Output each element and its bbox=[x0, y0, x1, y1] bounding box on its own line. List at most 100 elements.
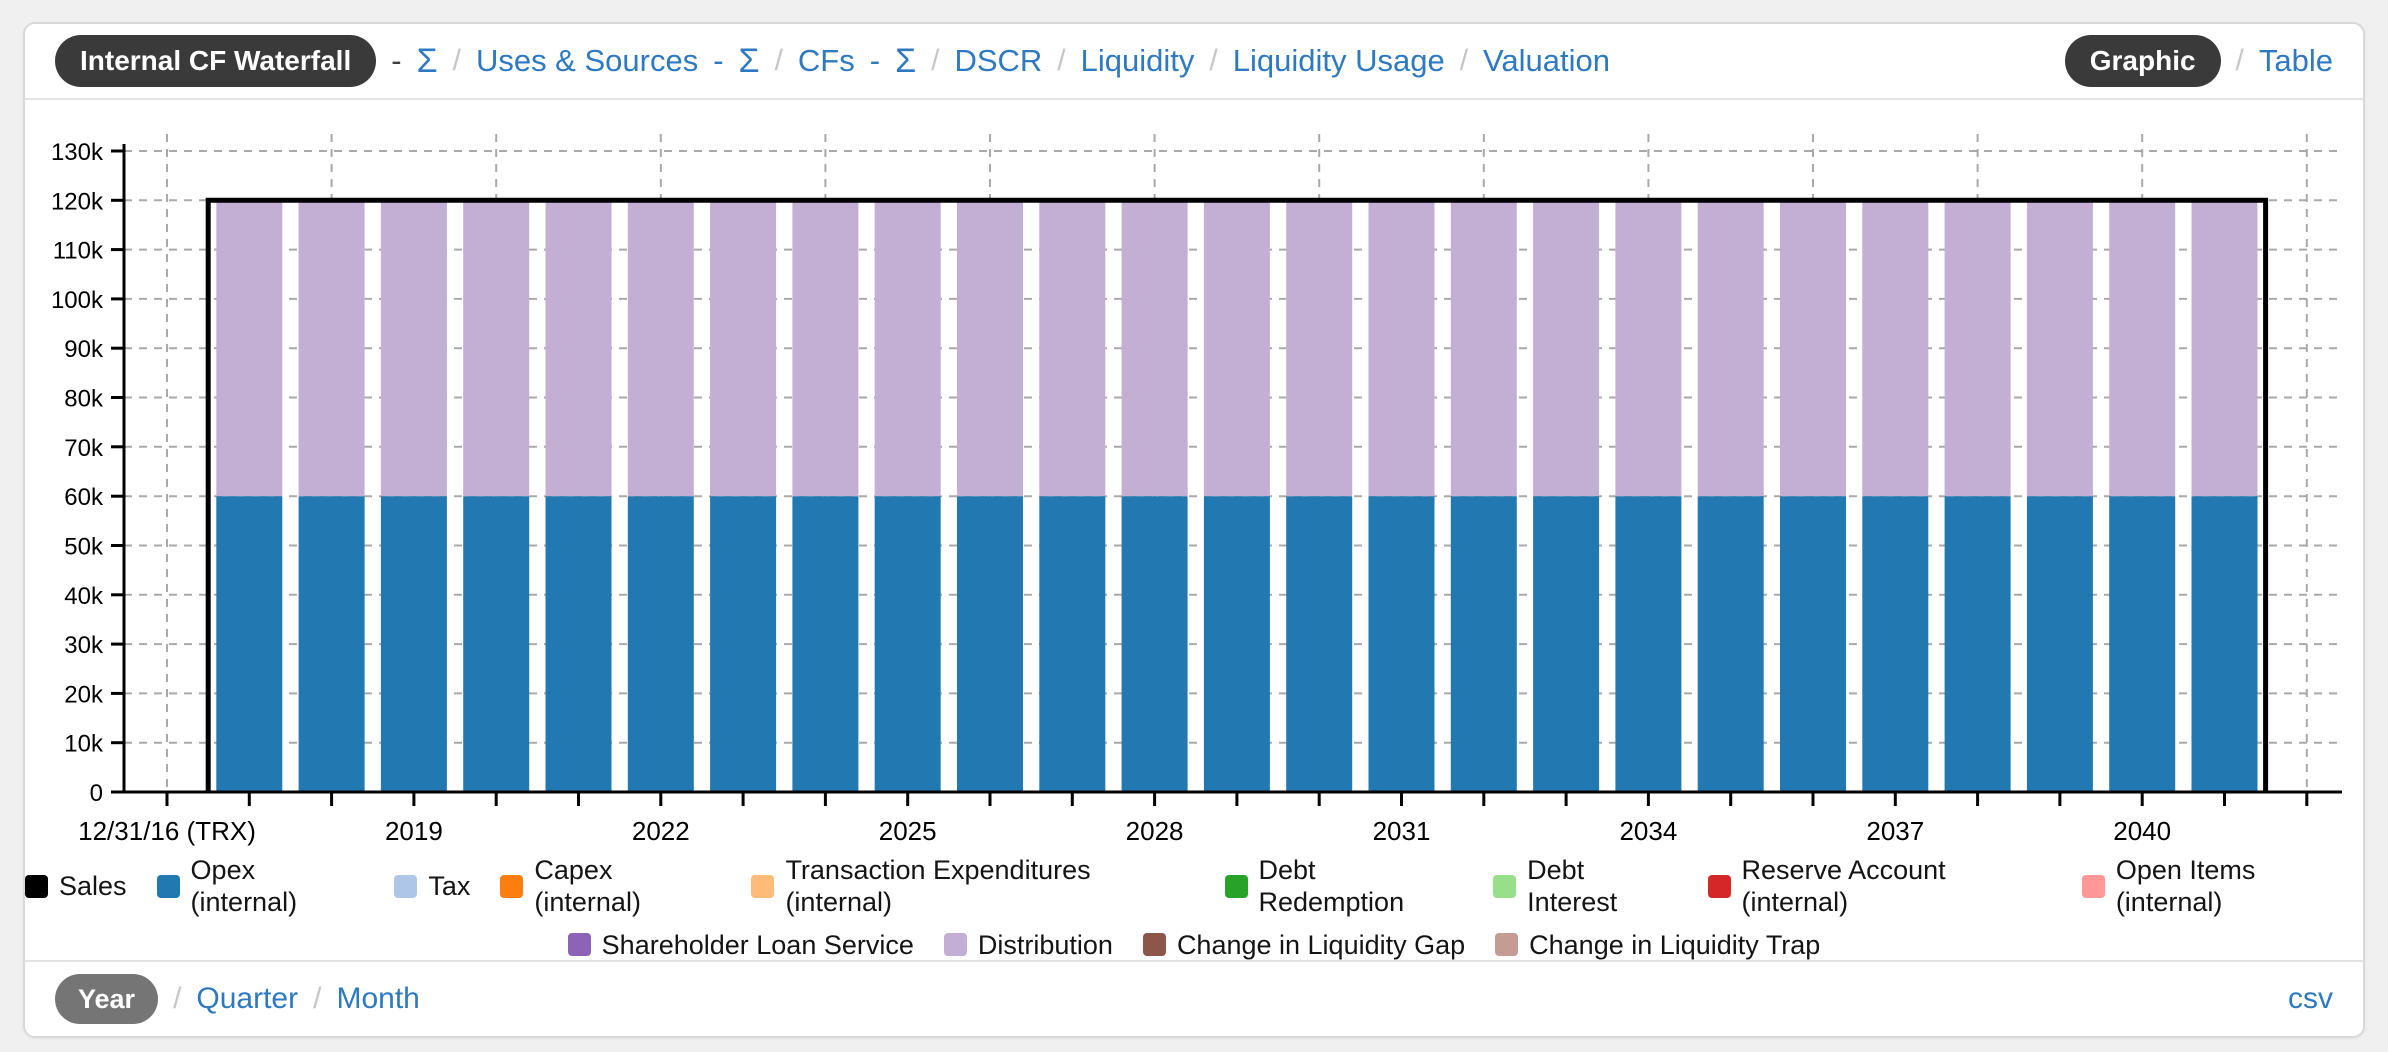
legend-item-change-in-liquidity-trap: Change in Liquidity Trap bbox=[1495, 929, 1820, 961]
svg-text:130k: 130k bbox=[51, 139, 104, 166]
view-toggle: Graphic / Table bbox=[2064, 35, 2333, 87]
legend-item-distribution: Distribution bbox=[943, 929, 1113, 961]
y-axis-labels: 0 10k 20k 30k 40k 50k 60k 70k 80k 90k 100k 110k 120k… bbox=[51, 139, 104, 807]
legend-item-sales: Sales bbox=[25, 870, 127, 902]
legend-label: Transaction Expenditures (internal) bbox=[785, 855, 1091, 918]
legend-swatch bbox=[2081, 874, 2105, 898]
sigma-link-current[interactable]: Σ bbox=[417, 42, 438, 81]
period-quarter-button[interactable]: Quarter bbox=[196, 982, 298, 1016]
sigma-link-uses-sources[interactable]: Σ bbox=[739, 42, 760, 81]
svg-text:120k: 120k bbox=[51, 188, 104, 215]
svg-text:10k: 10k bbox=[64, 731, 104, 758]
period-separator: / bbox=[313, 981, 322, 1015]
svg-text:2031: 2031 bbox=[1373, 816, 1431, 846]
legend-swatch bbox=[943, 933, 967, 957]
svg-text:100k: 100k bbox=[51, 287, 104, 314]
legend-item-open-items-internal: Open Items (internal) bbox=[2081, 854, 2363, 919]
period-switch: Year / Quarter / Month bbox=[55, 973, 420, 1025]
legend-swatch bbox=[751, 874, 775, 898]
chart-section: 0 10k 20k 30k 40k 50k 60k 70k 80k 90k 100k 110k 120k… bbox=[25, 100, 2363, 960]
svg-text:2025: 2025 bbox=[879, 816, 937, 846]
dash-separator: - bbox=[391, 43, 402, 78]
legend-swatch bbox=[1493, 874, 1517, 898]
csv-export-link[interactable]: csv bbox=[2288, 982, 2333, 1016]
legend-item-debt-redemption: Debt Redemption bbox=[1224, 854, 1464, 919]
legend-swatch bbox=[1142, 933, 1166, 957]
cf-chart-svg: 0 10k 20k 30k 40k 50k 60k 70k 80k 90k 100k 110k 120k… bbox=[51, 134, 2342, 846]
legend-item-debt-interest: Debt Interest bbox=[1493, 854, 1677, 919]
dash-separator: - bbox=[869, 43, 881, 78]
breadcrumb: Internal CF Waterfall - Σ / Uses & Source… bbox=[55, 35, 1610, 87]
legend-item-tax: Tax bbox=[394, 870, 470, 902]
chart-legend: Sales Opex (internal) Tax Capex (internal) T… bbox=[25, 854, 2363, 961]
legend-label: Tax bbox=[428, 871, 471, 902]
nav-item-liquidity-usage[interactable]: Liquidity Usage bbox=[1233, 43, 1445, 79]
svg-text:40k: 40k bbox=[64, 583, 104, 610]
footer-bar: Year / Quarter / Month csv bbox=[25, 960, 2363, 1036]
table-toggle-button[interactable]: Table bbox=[2259, 43, 2333, 79]
nav-item-valuation[interactable]: Valuation bbox=[1483, 43, 1610, 79]
legend-row: Shareholder Loan Service Distribution Chan… bbox=[567, 929, 1820, 961]
nav-item-cfs[interactable]: CFs bbox=[798, 43, 855, 79]
legend-swatch bbox=[1495, 933, 1519, 957]
legend-label: Debt Redemption bbox=[1258, 855, 1405, 918]
svg-text:60k: 60k bbox=[64, 484, 104, 511]
period-year-button[interactable]: Year bbox=[55, 973, 159, 1025]
legend-label: Open Items (internal) bbox=[2115, 855, 2256, 918]
period-month-button[interactable]: Month bbox=[336, 982, 419, 1016]
svg-text:30k: 30k bbox=[64, 632, 104, 659]
legend-swatch bbox=[1224, 874, 1248, 898]
legend-item-transaction-expenditures-internal: Transaction Expenditures (internal) bbox=[751, 854, 1194, 919]
legend-item-opex-internal: Opex (internal) bbox=[156, 854, 365, 919]
legend-label: Opex (internal) bbox=[190, 855, 298, 918]
breadcrumb-separator: / bbox=[452, 44, 461, 77]
nav-item-liquidity[interactable]: Liquidity bbox=[1081, 43, 1195, 79]
svg-text:20k: 20k bbox=[64, 681, 104, 708]
svg-text:12/31/16 (TRX): 12/31/16 (TRX) bbox=[78, 816, 256, 846]
svg-text:50k: 50k bbox=[64, 534, 104, 561]
current-view-pill[interactable]: Internal CF Waterfall bbox=[55, 35, 377, 87]
svg-text:0: 0 bbox=[90, 780, 103, 807]
breadcrumb-separator: / bbox=[931, 44, 940, 77]
legend-label: Change in Liquidity Trap bbox=[1529, 929, 1821, 960]
breadcrumb-separator: / bbox=[774, 44, 783, 77]
svg-text:110k: 110k bbox=[53, 238, 104, 265]
legend-item-change-in-liquidity-gap: Change in Liquidity Gap bbox=[1142, 929, 1466, 961]
svg-text:80k: 80k bbox=[64, 386, 104, 413]
toggle-separator: / bbox=[2235, 44, 2244, 77]
legend-item-reserve-account-internal: Reserve Account (internal) bbox=[1707, 854, 2052, 919]
legend-swatch bbox=[1707, 874, 1731, 898]
svg-text:2034: 2034 bbox=[1619, 816, 1677, 846]
header-bar: Internal CF Waterfall - Σ / Uses & Source… bbox=[25, 24, 2363, 100]
period-separator: / bbox=[173, 981, 182, 1015]
svg-text:70k: 70k bbox=[64, 435, 104, 462]
legend-swatch bbox=[156, 874, 180, 898]
main-card: Internal CF Waterfall - Σ / Uses & Source… bbox=[23, 22, 2365, 1038]
breadcrumb-separator: / bbox=[1459, 44, 1469, 77]
legend-swatch bbox=[567, 933, 591, 957]
legend-swatch bbox=[500, 874, 524, 898]
legend-label: Debt Interest bbox=[1527, 855, 1618, 918]
legend-label: Distribution bbox=[977, 929, 1113, 960]
svg-text:90k: 90k bbox=[64, 336, 104, 363]
graphic-toggle-button[interactable]: Graphic bbox=[2064, 35, 2221, 87]
legend-label: Change in Liquidity Gap bbox=[1176, 929, 1466, 960]
legend-label: Sales bbox=[59, 871, 127, 902]
legend-label: Capex (internal) bbox=[534, 855, 641, 918]
legend-row: Sales Opex (internal) Tax Capex (internal) T… bbox=[25, 854, 2363, 919]
legend-item-shareholder-loan-service: Shareholder Loan Service bbox=[567, 929, 914, 961]
legend-label: Reserve Account (internal) bbox=[1741, 855, 1946, 918]
breadcrumb-separator: / bbox=[1057, 44, 1066, 77]
dash-separator: - bbox=[713, 43, 724, 78]
svg-text:2028: 2028 bbox=[1126, 816, 1184, 846]
legend-label: Shareholder Loan Service bbox=[601, 929, 914, 960]
legend-swatch bbox=[394, 874, 418, 898]
legend-swatch bbox=[25, 874, 48, 898]
nav-item-dscr[interactable]: DSCR bbox=[954, 43, 1042, 79]
svg-text:2040: 2040 bbox=[2113, 816, 2171, 846]
bars-opex-internal bbox=[216, 496, 2258, 792]
nav-item-uses-sources[interactable]: Uses & Sources bbox=[476, 43, 698, 79]
sigma-link-cfs[interactable]: Σ bbox=[895, 42, 916, 81]
svg-text:2019: 2019 bbox=[385, 816, 443, 846]
bars-distribution bbox=[216, 200, 2258, 497]
